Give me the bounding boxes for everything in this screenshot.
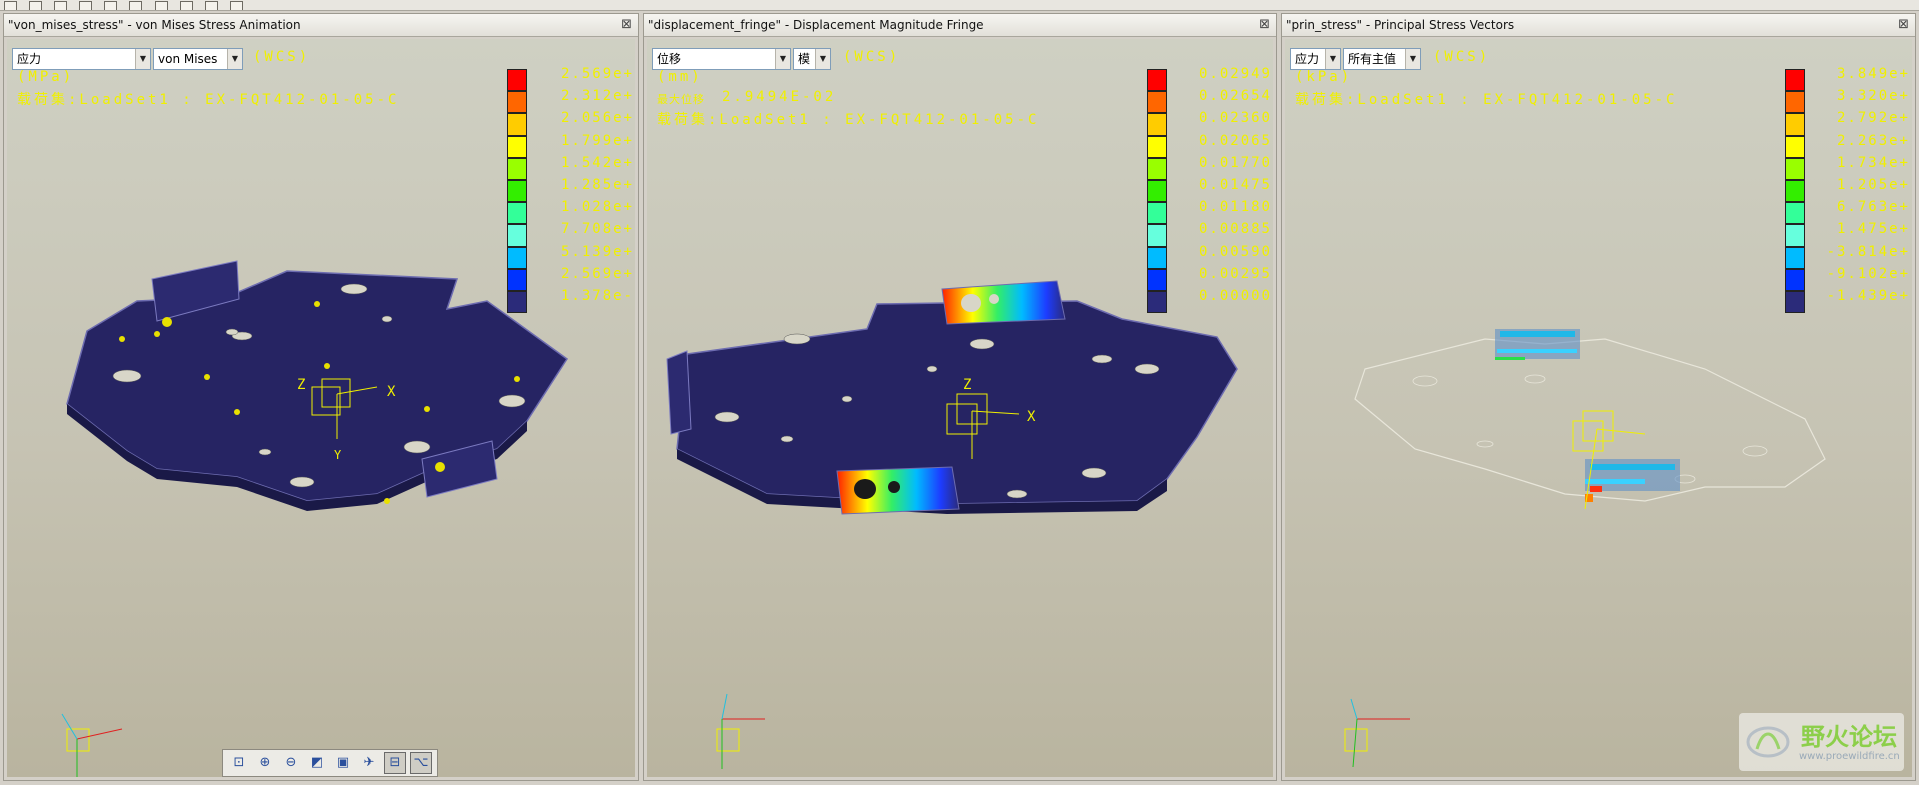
axis-y-label: Y [334,448,342,462]
viewport[interactable]: 位移 ▼ 模 ▼ (WCS) (mm) 最大位移 2.9494E-02 载荷集:… [647,39,1273,777]
model-view: X Z [666,280,1238,769]
result-window-displacement: "displacement_fringe" - Displacement Mag… [643,13,1277,781]
site-watermark: 野火论坛 www.proewildfire.cn [1739,713,1904,771]
window-titlebar: "von_mises_stress" - von Mises Stress An… [4,14,638,37]
zoom-out-icon[interactable]: ⊖ [280,752,302,774]
axis-z-label: Z [963,377,971,393]
view-toolbar: ⊡ ⊕ ⊖ ◩ ▣ ✈ ⊟ ⌥ [222,749,438,777]
window-title: "displacement_fringe" - Displacement Mag… [648,18,984,32]
orient-icon[interactable]: ▣ [332,752,354,774]
view-triad [61,713,123,777]
axis-x-label: X [387,384,396,400]
edit-icon[interactable] [204,1,218,10]
new-file-icon[interactable] [4,1,17,10]
pan-icon[interactable] [154,1,168,10]
zoom-fit-icon[interactable]: ⊡ [228,752,250,774]
zoom-icon[interactable] [104,1,118,10]
view-icon[interactable] [179,1,193,10]
result-window-von-mises: "von_mises_stress" - von Mises Stress An… [3,13,639,781]
window-titlebar: "prin_stress" - Principal Stress Vectors… [1282,14,1915,37]
rotate-icon[interactable] [129,1,143,10]
result-window-principal-stress: "prin_stress" - Principal Stress Vectors… [1281,13,1916,781]
watermark-title: 野火论坛 [1801,723,1897,751]
close-icon[interactable]: ⊠ [621,14,632,36]
view-triad [1344,698,1410,768]
zoom-in-icon[interactable]: ⊕ [254,752,276,774]
datum-display-icon[interactable]: ⊟ [384,752,406,774]
window-title: "prin_stress" - Principal Stress Vectors [1286,18,1515,32]
save-icon[interactable] [54,1,68,10]
close-icon[interactable]: ⊠ [1259,14,1270,36]
pen-icon[interactable] [229,1,243,10]
model-view [1344,329,1826,768]
axis-z-label: Z [297,377,305,393]
print-icon[interactable] [79,1,93,10]
csys-display-icon[interactable]: ⌥ [410,752,432,774]
flame-logo-icon [1746,726,1790,758]
view-triad [716,693,765,769]
vector-cluster-top [1495,329,1580,360]
viewport[interactable]: 应力 ▼ 所有主值 ▼ (WCS) (kPa) 载荷集:LoadSet1 : E… [1285,39,1912,777]
spin-icon[interactable]: ✈ [358,752,380,774]
window-title: "von_mises_stress" - von Mises Stress An… [8,18,301,32]
model-view: X Z Y [61,260,569,777]
refit-icon[interactable]: ◩ [306,752,328,774]
close-icon[interactable]: ⊠ [1898,14,1909,36]
viewport[interactable]: 应力 ▼ von Mises ▼ (WCS) (MPa) 载荷集:LoadSet… [7,39,635,777]
open-file-icon[interactable] [29,1,43,10]
window-titlebar: "displacement_fringe" - Displacement Mag… [644,14,1276,37]
main-toolbar [0,0,1919,11]
watermark-url: www.proewildfire.cn [1799,751,1900,762]
axis-x-label: X [1027,409,1036,425]
